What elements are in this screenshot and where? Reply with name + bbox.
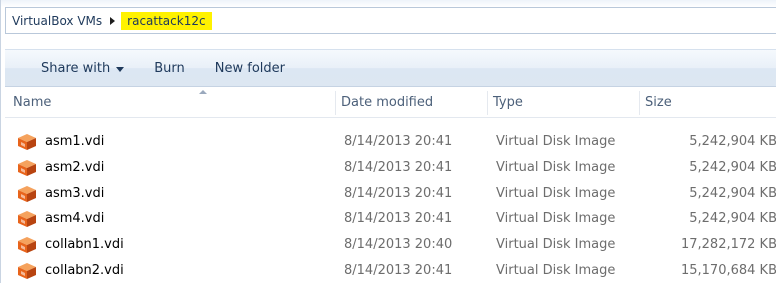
- share-with-button[interactable]: Share with: [33, 55, 132, 81]
- vbox-disk-icon: [18, 262, 36, 279]
- file-date-modified: 8/14/2013 20:41: [344, 211, 453, 227]
- file-row[interactable]: asm4.vdi 8/14/2013 20:41 Virtual Disk Im…: [5, 206, 776, 232]
- file-date-modified: 8/14/2013 20:41: [344, 185, 453, 201]
- vbox-disk-icon: [18, 211, 36, 228]
- explorer-window: VirtualBox VMs racattack12c Share with B…: [0, 0, 776, 283]
- column-divider[interactable]: [335, 91, 336, 115]
- file-size: 5,242,904 KB: [637, 206, 776, 232]
- column-header-size[interactable]: Size: [645, 89, 672, 117]
- file-name: asm2.vdi: [45, 159, 105, 175]
- file-row[interactable]: asm2.vdi 8/14/2013 20:41 Virtual Disk Im…: [5, 155, 776, 181]
- file-size: 15,170,684 KB: [637, 258, 776, 284]
- vbox-disk-icon: [18, 159, 36, 176]
- file-name: asm1.vdi: [45, 134, 105, 149]
- breadcrumb-virtualbox-vms[interactable]: VirtualBox VMs: [6, 14, 106, 28]
- sort-ascending-icon: [199, 90, 207, 94]
- file-size: 5,242,904 KB: [637, 155, 776, 181]
- command-toolbar: Share with Burn New folder: [5, 49, 776, 87]
- share-with-label: Share with: [41, 60, 111, 76]
- new-folder-button[interactable]: New folder: [207, 55, 293, 81]
- file-name: asm3.vdi: [45, 185, 105, 201]
- address-bar[interactable]: VirtualBox VMs racattack12c: [5, 7, 776, 34]
- column-header-date-modified[interactable]: Date modified: [341, 89, 433, 117]
- file-size-value: 15,170,684 KB: [680, 262, 776, 278]
- file-row[interactable]: asm3.vdi 8/14/2013 20:41 Virtual Disk Im…: [5, 181, 776, 207]
- file-date-modified: 8/14/2013 20:41: [344, 134, 453, 149]
- file-size-value: 5,242,904 KB: [689, 159, 776, 175]
- file-row[interactable]: asm1.vdi 8/14/2013 20:41 Virtual Disk Im…: [5, 129, 776, 155]
- breadcrumb-racattack12c[interactable]: racattack12c: [121, 11, 212, 30]
- column-header: Name Date modified Type Size: [5, 89, 776, 118]
- column-divider[interactable]: [639, 91, 640, 115]
- dropdown-arrow-icon: [116, 66, 125, 72]
- column-header-name[interactable]: Name: [13, 89, 51, 117]
- file-type: Virtual Disk Image: [496, 134, 616, 149]
- file-row[interactable]: collabn2.vdi 8/14/2013 20:41 Virtual Dis…: [5, 258, 776, 284]
- vbox-disk-icon: [18, 185, 36, 202]
- window-top-edge: [1, 0, 776, 7]
- file-row[interactable]: collabn1.vdi 8/14/2013 20:40 Virtual Dis…: [5, 232, 776, 258]
- file-size: 17,282,172 KB: [637, 232, 776, 258]
- file-date-modified: 8/14/2013 20:41: [344, 159, 453, 175]
- file-type: Virtual Disk Image: [496, 185, 616, 201]
- file-name: asm4.vdi: [45, 211, 105, 227]
- vbox-disk-icon: [18, 237, 36, 254]
- file-size-value: 5,242,904 KB: [689, 185, 776, 201]
- file-type: Virtual Disk Image: [496, 262, 616, 278]
- file-size-value: 5,242,904 KB: [689, 211, 776, 227]
- column-header-type[interactable]: Type: [493, 89, 523, 117]
- column-divider[interactable]: [487, 91, 488, 115]
- breadcrumb-separator-icon[interactable]: [110, 16, 116, 25]
- file-type: Virtual Disk Image: [496, 237, 616, 253]
- file-size: 5,242,904 KB: [637, 181, 776, 207]
- file-size: 5,242,904 KB: [637, 129, 776, 155]
- file-type: Virtual Disk Image: [496, 159, 616, 175]
- file-name: collabn2.vdi: [45, 262, 124, 278]
- file-name: collabn1.vdi: [45, 237, 124, 253]
- vbox-disk-icon: [18, 134, 36, 150]
- burn-button[interactable]: Burn: [146, 55, 193, 81]
- file-size-value: 5,242,904 KB: [689, 134, 776, 149]
- file-size-value: 17,282,172 KB: [680, 237, 776, 253]
- file-list: asm1.vdi 8/14/2013 20:41 Virtual Disk Im…: [5, 129, 776, 284]
- file-date-modified: 8/14/2013 20:41: [344, 262, 453, 278]
- file-type: Virtual Disk Image: [496, 211, 616, 227]
- file-date-modified: 8/14/2013 20:40: [344, 237, 453, 253]
